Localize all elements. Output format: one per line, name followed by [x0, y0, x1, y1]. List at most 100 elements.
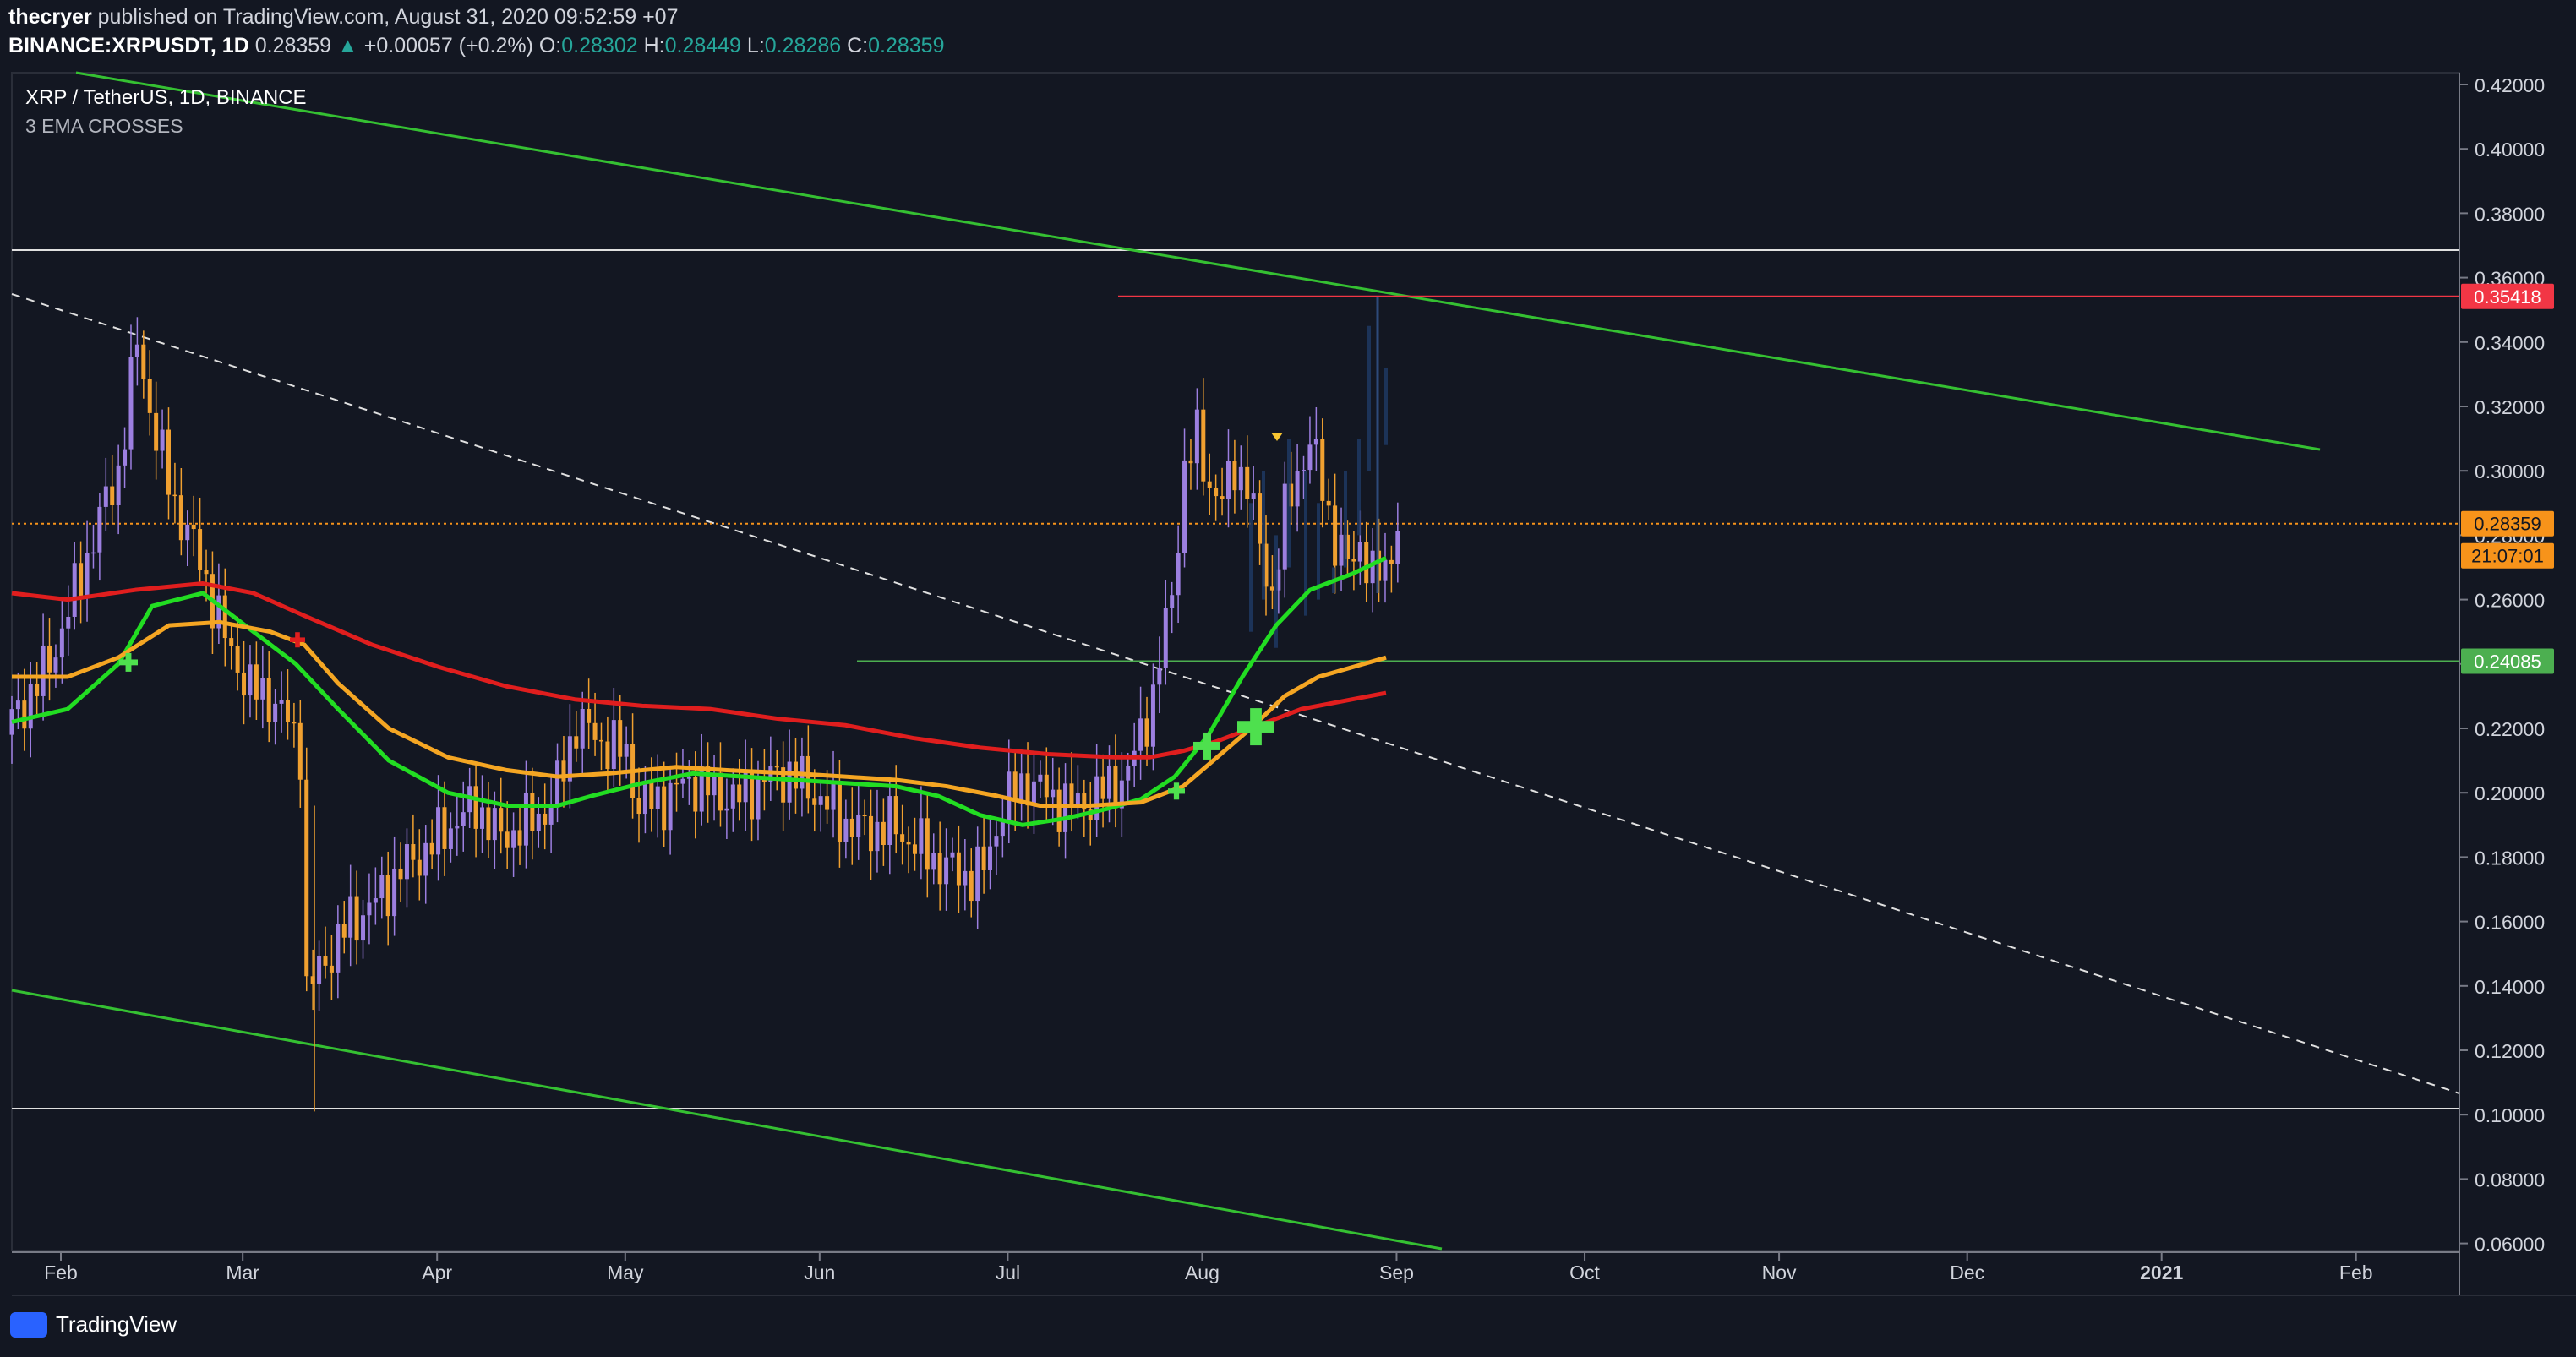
candle-body: [379, 875, 385, 899]
candle-body: [442, 807, 447, 849]
candle-body: [618, 720, 623, 757]
candle-body: [292, 722, 297, 724]
candle-body: [818, 796, 823, 805]
countdown-label: 21:07:01: [2471, 546, 2544, 567]
candle-body: [1313, 439, 1318, 445]
price-tick-label: 0.08000: [2475, 1169, 2545, 1191]
candle-body: [969, 870, 974, 902]
candle-body: [79, 563, 84, 597]
tradingview-logo-icon: [10, 1311, 47, 1338]
candle-body: [548, 807, 554, 825]
time-tick-label: 2021: [2140, 1262, 2183, 1283]
candle-body: [937, 853, 942, 885]
candle-body: [411, 844, 416, 860]
candle-body: [336, 924, 341, 973]
candle-body: [636, 798, 641, 815]
projection-bar: [1344, 471, 1347, 568]
ema-mid-line: [12, 619, 1387, 808]
candle-body: [297, 722, 303, 780]
candle-body: [367, 902, 372, 916]
candle-body: [950, 852, 955, 858]
price-tick-label: 0.06000: [2475, 1234, 2545, 1256]
candle-body: [285, 700, 290, 722]
candle-body: [1056, 789, 1062, 832]
candle-body: [944, 857, 949, 885]
candle-body: [35, 683, 40, 696]
candle-body: [718, 772, 723, 811]
candle-body: [1100, 776, 1105, 799]
candle-body: [499, 808, 504, 832]
candle-body: [587, 708, 592, 723]
candle-body: [774, 766, 779, 768]
candle-body: [963, 870, 968, 886]
candle-body: [385, 875, 390, 917]
study-legend[interactable]: 3 EMA CROSSES: [25, 115, 183, 138]
candle-body: [906, 841, 911, 845]
candle-body: [266, 678, 271, 722]
candle-body: [642, 782, 647, 815]
candle-body: [116, 465, 121, 506]
cross-marker-red-v: [295, 632, 300, 648]
candle-body: [41, 645, 46, 696]
tradingview-logo[interactable]: TradingView: [10, 1311, 177, 1338]
candle-body: [912, 844, 917, 854]
candle-body: [1019, 773, 1024, 802]
candle-body: [1069, 783, 1074, 805]
candle-body: [649, 782, 654, 809]
candle-body: [1000, 821, 1005, 837]
candle-body: [1150, 684, 1155, 747]
candle-body: [1225, 461, 1231, 499]
candle-body: [862, 815, 867, 817]
signal-triangle-icon: [1271, 433, 1283, 441]
price-chart[interactable]: 0.420000.400000.380000.360000.340000.320…: [0, 0, 2576, 1357]
candle-body: [473, 786, 478, 829]
candle-body: [1357, 542, 1362, 562]
candle-body: [222, 595, 227, 639]
candle-body: [580, 708, 585, 749]
candle-body: [254, 664, 259, 700]
candle-body: [1176, 553, 1181, 596]
candle-body: [1389, 559, 1394, 564]
candle-body: [919, 818, 924, 854]
candle-body: [555, 760, 560, 808]
candle-body: [392, 868, 397, 917]
candle-body: [1157, 668, 1162, 685]
candle-body: [543, 813, 548, 825]
candle-body: [354, 896, 359, 941]
candle-body: [486, 807, 491, 841]
candle-body: [1201, 409, 1206, 482]
candle-body: [323, 956, 328, 966]
footer: [0, 1296, 2576, 1357]
candle-body: [536, 813, 541, 831]
candle-body: [304, 779, 309, 977]
candle-body: [994, 836, 999, 847]
candle-body: [329, 965, 334, 973]
price-tick-label: 0.12000: [2475, 1040, 2545, 1062]
candle-body: [605, 741, 610, 770]
candle-body: [348, 896, 353, 938]
candle-body: [1351, 559, 1356, 562]
candle-body: [72, 563, 77, 617]
candle-body: [511, 830, 516, 848]
candle-body: [812, 798, 817, 805]
candle-body: [1232, 461, 1237, 491]
candle-body: [90, 552, 96, 554]
dashed-trendline: [11, 293, 2460, 1094]
candle-body: [869, 815, 874, 852]
candle-body: [787, 761, 792, 803]
time-tick-label: Nov: [1762, 1262, 1797, 1283]
candle-body: [461, 812, 466, 826]
candle-body: [598, 739, 603, 742]
projection-bar: [1384, 368, 1388, 445]
candle-body: [1094, 776, 1100, 820]
price-tick-label: 0.34000: [2475, 332, 2545, 354]
candle-body: [448, 828, 453, 849]
chart-legend-title[interactable]: XRP / TetherUS, 1D, BINANCE: [25, 86, 307, 110]
candle-body: [956, 852, 961, 886]
candle-body: [123, 449, 128, 466]
candle-body: [875, 821, 880, 852]
candle-body: [893, 796, 898, 835]
candle-body: [975, 846, 980, 902]
cross-marker-v: [1173, 782, 1180, 800]
time-tick-label: Oct: [1569, 1262, 1600, 1283]
